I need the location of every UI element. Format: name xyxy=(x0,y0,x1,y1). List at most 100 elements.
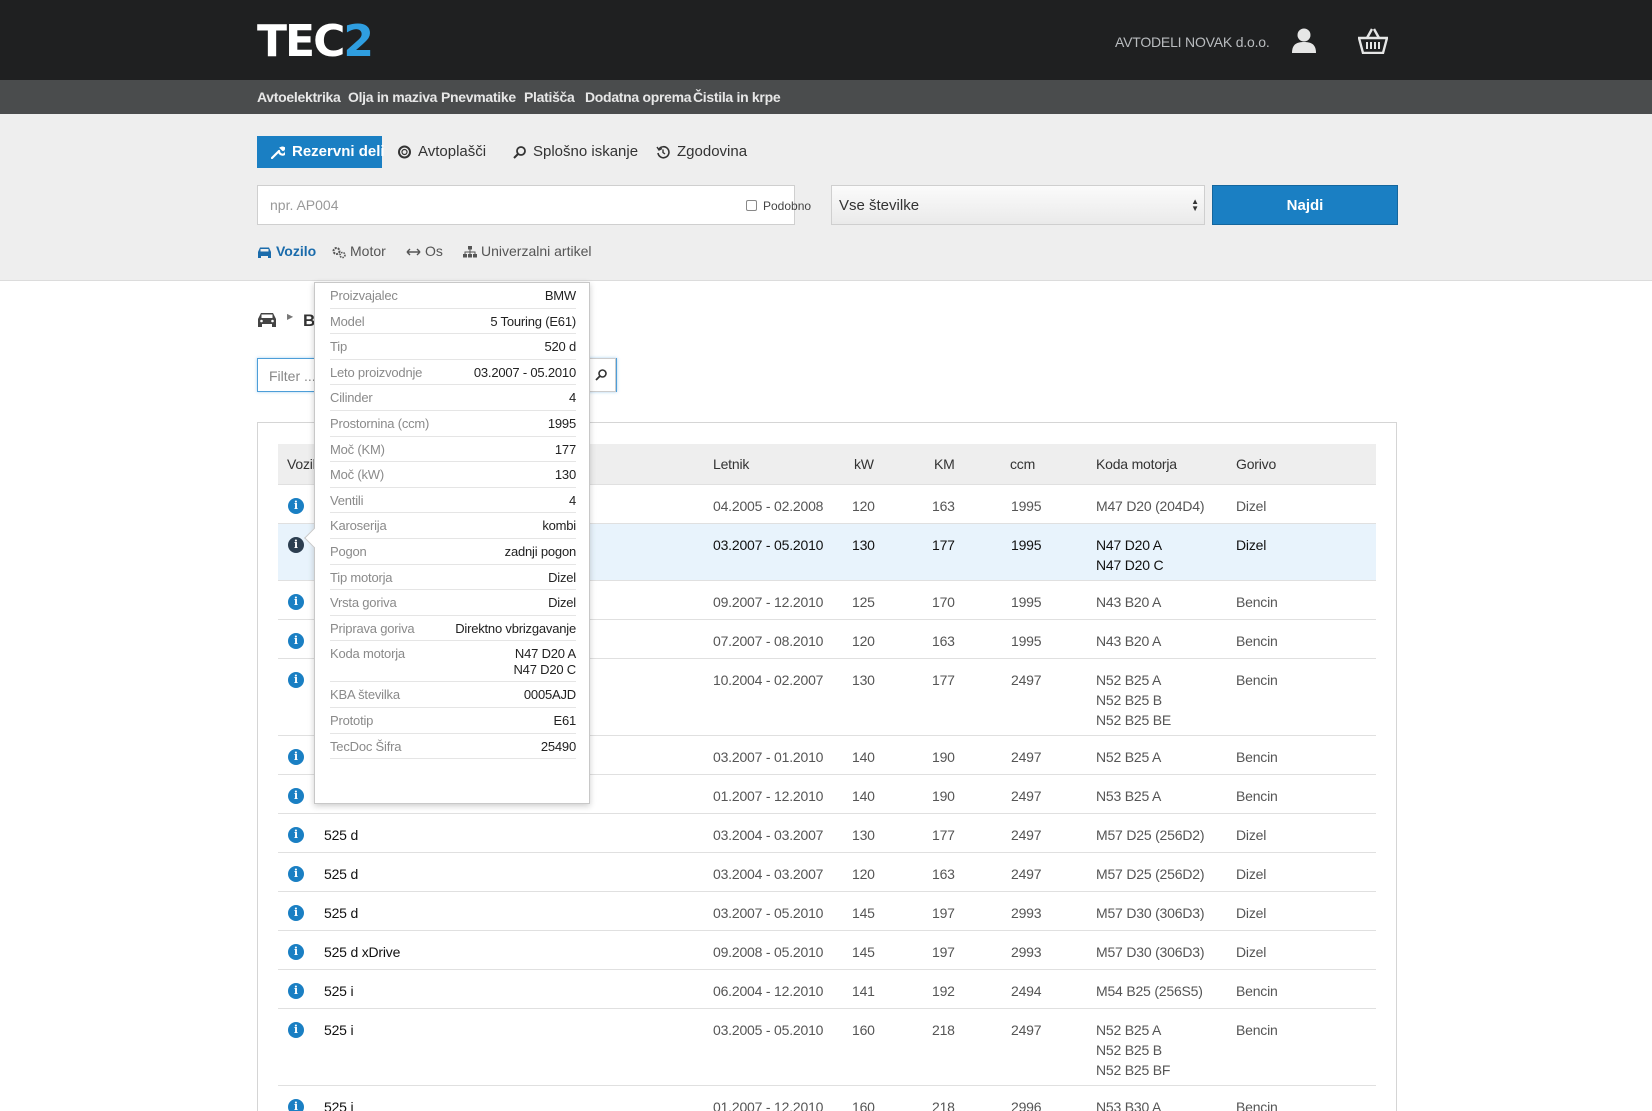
popover-value-line: 4 xyxy=(568,390,576,406)
info-icon[interactable]: i xyxy=(288,749,304,765)
popover-value-line: BMW xyxy=(544,288,576,303)
filter-search-button[interactable] xyxy=(586,358,616,392)
fuel-type: Bencin xyxy=(1236,672,1278,688)
select-value: Vse številke xyxy=(839,197,920,214)
tab-general-search[interactable]: Splošno iskanje xyxy=(513,136,638,168)
info-icon[interactable]: i xyxy=(288,944,304,960)
table-row[interactable]: i 525 d 03.2004 - 03.2007 120 163 2497 M57 D25… xyxy=(278,852,1376,891)
vehicle-name[interactable]: 525 d xyxy=(324,866,358,882)
table-row[interactable]: i 525 d 03.2007 - 05.2010 145 197 2993 M57 D30… xyxy=(278,891,1376,930)
table-row[interactable]: i 525 d 03.2004 - 03.2007 130 177 2497 M57 D25… xyxy=(278,813,1376,852)
popover-key: Leto proizvodnje xyxy=(330,364,423,380)
similar-checkbox-label[interactable]: Podobno xyxy=(763,199,811,213)
displacement-ccm: 2497 xyxy=(1011,788,1042,804)
subtab-universal-article[interactable]: Univerzalni artikel xyxy=(463,243,591,259)
header-year[interactable]: Letnik xyxy=(713,456,749,472)
user-icon[interactable] xyxy=(1290,27,1318,53)
category-item[interactable]: Olja in maziva xyxy=(348,89,437,105)
select-arrows-icon: ▲ ▼ xyxy=(1191,197,1199,213)
company-name[interactable]: AVTODELI NOVAK d.o.o. xyxy=(1115,34,1270,50)
info-icon[interactable]: i xyxy=(288,672,304,688)
popover-row: Cilinder 4 xyxy=(330,385,576,411)
fuel-type: Bencin xyxy=(1236,594,1278,610)
popover-value: Direktno vbrizgavanje xyxy=(455,621,576,637)
engine-code: M57 D25 (256D2) xyxy=(1096,866,1205,882)
popover-row: KBA številka 0005AJD xyxy=(330,682,576,708)
popover-value: 130 xyxy=(555,467,576,483)
category-item[interactable]: Dodatna oprema xyxy=(585,89,692,105)
subtab-vehicle[interactable]: Vozilo xyxy=(257,243,316,259)
info-icon[interactable]: i xyxy=(288,1022,304,1038)
popover-value-line: 5 Touring (E61) xyxy=(490,313,576,329)
find-button[interactable]: Najdi xyxy=(1212,185,1398,225)
vehicle-name[interactable]: 525 i xyxy=(324,1022,354,1038)
vehicle-name[interactable]: 525 i xyxy=(324,983,354,999)
table-row[interactable]: i 525 i 03.2005 - 05.2010 160 218 2497 N52 B25… xyxy=(278,1008,1376,1085)
category-item[interactable]: Čistila in krpe xyxy=(693,89,781,105)
table-row[interactable]: i 525 i 06.2004 - 12.2010 141 192 2494 M54 B25… xyxy=(278,969,1376,1008)
info-icon[interactable]: i xyxy=(288,594,304,610)
info-icon[interactable]: i xyxy=(288,983,304,999)
info-icon[interactable]: i xyxy=(288,1099,304,1111)
info-icon[interactable]: i xyxy=(288,827,304,843)
search-icon xyxy=(513,145,526,159)
engine-codes: M47 D20 (204D4) xyxy=(1096,496,1204,516)
cart-icon[interactable] xyxy=(1358,27,1388,54)
tab-history[interactable]: Zgodovina xyxy=(656,136,747,168)
header-hp[interactable]: KM xyxy=(934,456,955,472)
fuel-type: Bencin xyxy=(1236,749,1278,765)
wrench-icon xyxy=(271,146,285,160)
info-icon[interactable]: i xyxy=(288,866,304,882)
popover-row: Priprava goriva Direktno vbrizgavanje xyxy=(330,616,576,642)
subtab-engine[interactable]: Motor xyxy=(332,243,386,259)
table-row[interactable]: i 525 i 01.2007 - 12.2010 160 218 2996 N53 B30… xyxy=(278,1085,1376,1111)
category-item[interactable]: Pnevmatike xyxy=(441,89,516,105)
popover-value-line: 177 xyxy=(554,441,576,457)
tab-tires[interactable]: Avtoplašči xyxy=(398,136,486,168)
info-icon[interactable]: i xyxy=(288,788,304,804)
vehicle-name[interactable]: 525 i xyxy=(324,1099,354,1111)
power-kw: 140 xyxy=(852,749,875,765)
category-item[interactable]: Platišča xyxy=(524,89,575,105)
tab-spare-parts[interactable]: Rezervni deli xyxy=(257,136,385,168)
year-range: 06.2004 - 12.2010 xyxy=(713,983,824,999)
info-icon[interactable]: i xyxy=(288,633,304,649)
category-item[interactable]: Avtoelektrika xyxy=(257,89,341,105)
info-icon[interactable]: i xyxy=(288,905,304,921)
displacement-ccm: 2494 xyxy=(1011,983,1042,999)
search-input[interactable]: npr. AP004 Podobno xyxy=(257,185,811,225)
popover-key: Pogon xyxy=(330,544,367,559)
popover-key: Prostornina (ccm) xyxy=(330,416,430,431)
similar-checkbox[interactable] xyxy=(746,200,757,211)
fuel-type: Bencin xyxy=(1236,633,1278,649)
year-range: 01.2007 - 12.2010 xyxy=(713,1099,824,1111)
popover-value-line: Dizel xyxy=(548,595,576,611)
table-row[interactable]: i 525 d xDrive 09.2008 - 05.2010 145 197 2993… xyxy=(278,930,1376,969)
power-hp: 218 xyxy=(932,1022,955,1038)
vehicle-name[interactable]: 525 d xyxy=(324,827,358,843)
engine-codes: N53 B30 A xyxy=(1096,1097,1161,1111)
logo[interactable]: TEC2 xyxy=(257,18,374,66)
number-type-select[interactable]: Vse številke ▲ ▼ xyxy=(831,185,1205,225)
info-icon[interactable]: i xyxy=(288,498,304,514)
header-engine-code[interactable]: Koda motorja xyxy=(1096,456,1177,472)
vehicle-name[interactable]: 525 d xyxy=(324,905,358,921)
vehicle-name[interactable]: 525 d xDrive xyxy=(324,944,400,960)
info-icon[interactable]: i xyxy=(288,537,304,553)
displacement-ccm: 2497 xyxy=(1011,827,1042,843)
popover-value-line: 0005AJD xyxy=(523,687,576,703)
popover-value: E61 xyxy=(553,713,576,729)
power-kw: 145 xyxy=(852,905,875,921)
header-kw[interactable]: kW xyxy=(854,456,874,472)
fuel-type: Dizel xyxy=(1236,827,1267,843)
power-kw: 130 xyxy=(852,827,875,843)
header-ccm[interactable]: ccm xyxy=(1010,456,1035,472)
popover-value-line: E61 xyxy=(553,713,576,728)
search-icon xyxy=(595,369,607,381)
power-hp: 197 xyxy=(932,944,955,960)
header-fuel[interactable]: Gorivo xyxy=(1236,456,1276,472)
subtab-axle[interactable]: Os xyxy=(406,243,443,259)
engine-codes: M54 B25 (256S5) xyxy=(1096,981,1203,1001)
engine-code: N47 D20 A xyxy=(1096,537,1162,553)
popover-key: Moč (kW) xyxy=(330,467,384,483)
